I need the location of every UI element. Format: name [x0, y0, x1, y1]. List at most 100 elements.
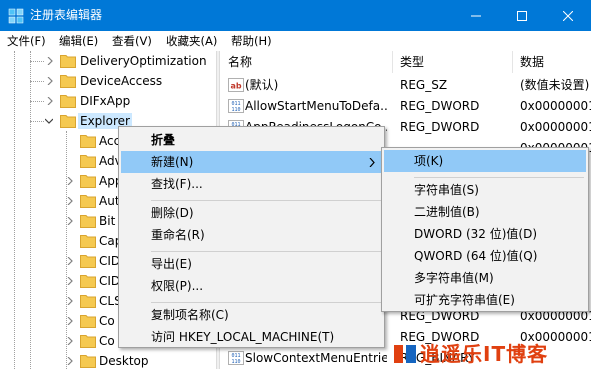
close-icon [563, 10, 573, 21]
value-row[interactable]: 011 110 AllowStartMenuToDefa... REG_DWORD… [220, 96, 591, 117]
folder-icon [80, 135, 96, 148]
chevron-down-icon[interactable] [45, 117, 53, 125]
chevron-right-icon[interactable] [66, 197, 74, 205]
folder-icon [80, 315, 96, 328]
watermark: 逍遥乐IT博客 [392, 339, 591, 369]
chevron-right-icon [369, 158, 375, 167]
tree-item-label: Aut [99, 194, 120, 208]
value-type: REG_SZ [400, 78, 448, 92]
svg-text:110: 110 [231, 107, 240, 113]
tree-item-label: DeliveryOptimization [80, 54, 207, 68]
menu-file[interactable]: 文件(F) [7, 33, 46, 49]
chevron-right-icon[interactable] [66, 217, 74, 225]
submenu-item-key[interactable]: 项(K) [384, 150, 586, 172]
menu-item-label: 新建(N) [151, 155, 194, 169]
menu-help[interactable]: 帮助(H) [231, 33, 272, 49]
menu-item-collapse[interactable]: 折叠 [121, 129, 382, 151]
chevron-right-icon[interactable] [66, 357, 74, 365]
column-header-name[interactable]: 名称 [220, 51, 392, 73]
menu-item-permissions[interactable]: 权限(P)... [121, 275, 382, 297]
value-type: REG_DWORD [400, 99, 480, 113]
menu-item-new[interactable]: 新建(N) [121, 151, 382, 173]
folder-icon [80, 195, 96, 208]
tree-item-deliveryoptimization[interactable]: DeliveryOptimization [0, 51, 216, 71]
chevron-right-icon[interactable] [66, 317, 74, 325]
minimize-button[interactable] [453, 0, 499, 31]
tree-item-label: DIFxApp [80, 94, 131, 108]
submenu-item-multi-string-value[interactable]: 多字符串值(M) [384, 267, 586, 289]
tree-item-label: CID [99, 274, 121, 288]
submenu-item-expandable-string-value[interactable]: 可扩充字符串值(E) [384, 289, 586, 311]
chevron-right-icon[interactable] [66, 277, 74, 285]
menu-item-find[interactable]: 查找(F)... [121, 173, 382, 195]
binary-value-icon: 011110 [228, 351, 244, 365]
submenu-item-binary-value[interactable]: 二进制值(B) [384, 201, 586, 223]
minimize-icon [471, 15, 481, 16]
submenu-item-string-value[interactable]: 字符串值(S) [384, 179, 586, 201]
tree-item-label: Bit [99, 214, 116, 228]
registry-editor-icon [8, 8, 24, 24]
context-menu: 折叠 新建(N) 查找(F)... 删除(D) 重命名(R) 导出(E) 权限(… [118, 126, 385, 348]
submenu-item-qword-value[interactable]: QWORD (64 位)值(Q) [384, 245, 586, 267]
folder-icon [60, 95, 76, 108]
folder-open-icon [60, 115, 76, 128]
menu-item-delete[interactable]: 删除(D) [121, 202, 382, 224]
value-type: REG_DWORD [400, 120, 480, 134]
binary-value-icon: 011110 [228, 99, 244, 113]
menu-edit[interactable]: 编辑(E) [59, 33, 98, 49]
menu-separator [151, 200, 381, 201]
value-row[interactable]: ab (默认) REG_SZ (数值未设置) [220, 75, 591, 96]
menu-separator [151, 302, 381, 303]
watermark-text: 逍遥乐IT博客 [420, 342, 549, 366]
maximize-icon [517, 10, 527, 21]
tree-item-label: Co [99, 314, 115, 328]
column-header-data[interactable]: 数据 [512, 51, 591, 73]
value-data: (数值未设置) [520, 78, 590, 92]
folder-icon [80, 215, 96, 228]
blog-logo-icon [394, 345, 416, 363]
tree-item-difxapp[interactable]: DIFxApp [0, 91, 216, 111]
value-data: 0x00000001 [520, 120, 591, 134]
close-button[interactable] [545, 0, 591, 31]
folder-icon [80, 355, 96, 368]
submenu-item-dword-value[interactable]: DWORD (32 位)值(D) [384, 223, 586, 245]
chevron-right-icon[interactable] [66, 177, 74, 185]
tree-item-label: Co [99, 334, 115, 348]
chevron-right-icon[interactable] [66, 337, 74, 345]
folder-icon [80, 295, 96, 308]
value-data: 0x00000001 [520, 99, 591, 113]
title-bar: 注册表编辑器 [0, 0, 591, 31]
tree-item-label: Desktop [99, 354, 149, 368]
chevron-right-icon[interactable] [46, 57, 54, 65]
folder-icon [80, 155, 96, 168]
chevron-right-icon[interactable] [66, 297, 74, 305]
column-header-type[interactable]: 类型 [392, 51, 512, 73]
menu-item-rename[interactable]: 重命名(R) [121, 224, 382, 246]
new-submenu: 项(K) 字符串值(S) 二进制值(B) DWORD (32 位)值(D) QW… [381, 147, 589, 312]
value-name: SlowContextMenuEntries [245, 351, 387, 365]
svg-text:110: 110 [231, 359, 240, 365]
menu-bar: 文件(F) 编辑(E) 查看(V) 收藏夹(A) 帮助(H) [0, 31, 591, 51]
window-title: 注册表编辑器 [30, 8, 103, 22]
folder-icon [60, 55, 76, 68]
menu-favorites[interactable]: 收藏夹(A) [166, 33, 217, 49]
menu-view[interactable]: 查看(V) [112, 33, 152, 49]
menu-item-export[interactable]: 导出(E) [121, 253, 382, 275]
string-value-icon: ab [228, 78, 244, 92]
tree-item-desktop[interactable]: Desktop [0, 351, 216, 369]
chevron-right-icon[interactable] [46, 77, 54, 85]
menu-item-copy-key-name[interactable]: 复制项名称(C) [121, 304, 382, 326]
maximize-button[interactable] [499, 0, 545, 31]
chevron-right-icon[interactable] [46, 97, 54, 105]
menu-separator [151, 251, 381, 252]
folder-icon [80, 255, 96, 268]
folder-icon [80, 235, 96, 248]
chevron-right-icon[interactable] [66, 257, 74, 265]
value-name: AllowStartMenuToDefa... [245, 99, 387, 113]
tree-item-deviceaccess[interactable]: DeviceAccess [0, 71, 216, 91]
folder-icon [80, 335, 96, 348]
menu-separator [414, 177, 584, 178]
folder-icon [60, 75, 76, 88]
folder-icon [80, 175, 96, 188]
menu-item-goto-hklm[interactable]: 访问 HKEY_LOCAL_MACHINE(T) [121, 326, 382, 348]
